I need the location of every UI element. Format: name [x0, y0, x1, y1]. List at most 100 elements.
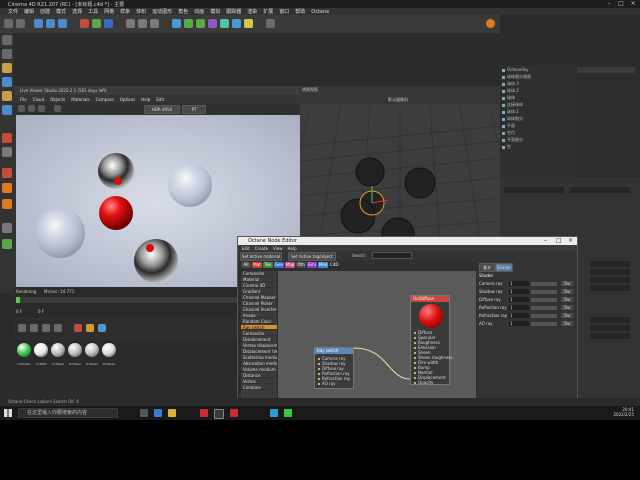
- category-tag-tex[interactable]: Tex: [263, 262, 273, 268]
- menu-item[interactable]: 运动图形: [152, 8, 172, 15]
- live-viewer-menu-item[interactable]: Options: [120, 97, 135, 102]
- category-tag-oth[interactable]: Oth: [296, 262, 306, 268]
- shader-row-slider[interactable]: [531, 290, 557, 294]
- live-viewer-menu-item[interactable]: File: [20, 97, 27, 102]
- render-view-icon[interactable]: [126, 19, 135, 28]
- shader-row-slider[interactable]: [531, 322, 557, 326]
- shader-row-tex-button[interactable]: Tex: [561, 297, 573, 302]
- array-icon[interactable]: [208, 19, 217, 28]
- pen-icon[interactable]: [184, 19, 193, 28]
- folder-icon[interactable]: [168, 409, 176, 417]
- lock-icon[interactable]: [2, 183, 12, 193]
- redo-icon[interactable]: [16, 19, 25, 28]
- keyframe-icon[interactable]: [86, 324, 94, 332]
- model-mode-icon[interactable]: [2, 35, 12, 45]
- perspective-viewport[interactable]: [300, 86, 500, 241]
- live-viewer-menu-item[interactable]: Objects: [50, 97, 65, 102]
- shader-row-slider[interactable]: [531, 314, 557, 318]
- app2-icon[interactable]: [230, 409, 238, 417]
- material-swatch[interactable]: OctSpec: [50, 340, 66, 370]
- menu-item[interactable]: 编辑: [24, 8, 34, 15]
- category-tag-gen[interactable]: Gen: [274, 262, 284, 268]
- node-list-item[interactable]: Cinema 4D: [241, 283, 277, 288]
- menu-item[interactable]: 体积: [136, 8, 146, 15]
- node-list-item[interactable]: Absorption medium: [241, 361, 277, 366]
- material-swatch[interactable]: OctDiff: [33, 340, 49, 370]
- set-active-material-button[interactable]: Set Active material: [240, 252, 282, 261]
- object-row[interactable]: 球体细分: [502, 116, 574, 122]
- axis-mode-icon[interactable]: [2, 105, 12, 115]
- live-viewer-menu-item[interactable]: Edit: [156, 97, 164, 102]
- menu-item[interactable]: 动画: [194, 8, 204, 15]
- shader-row-value[interactable]: 1: [509, 281, 529, 286]
- node-list-item[interactable]: Channel Picker: [241, 301, 277, 306]
- category-tag-med[interactable]: Med: [318, 262, 328, 268]
- app-icon[interactable]: [200, 409, 208, 417]
- node-search-input[interactable]: [372, 252, 412, 259]
- shader-row-value[interactable]: 1: [509, 297, 529, 302]
- kernel-select[interactable]: PT: [182, 105, 206, 114]
- shader-row-value[interactable]: 1: [509, 305, 529, 310]
- node-editor-close[interactable]: ×: [568, 237, 573, 244]
- minimize-button[interactable]: –: [604, 0, 614, 8]
- taskbar-search-input[interactable]: 在这里输入你要搜索的内容: [18, 408, 118, 418]
- solo-icon[interactable]: [2, 168, 12, 178]
- object-row[interactable]: 球体.2: [502, 88, 574, 94]
- pause-icon[interactable]: [28, 105, 35, 112]
- shader-row-slider[interactable]: [531, 306, 557, 310]
- shader-row-tex-button[interactable]: Tex: [561, 281, 573, 286]
- x-axis-icon[interactable]: [80, 19, 89, 28]
- layer-dropdown[interactable]: [577, 67, 635, 73]
- object-row[interactable]: 球体.3: [502, 81, 574, 87]
- windows-start-icon[interactable]: [4, 409, 12, 417]
- node-list-item[interactable]: Channel Mapper: [241, 295, 277, 300]
- material-swatch[interactable]: OctSpec: [84, 340, 100, 370]
- octane-tool-icon[interactable]: [2, 199, 12, 209]
- light-icon[interactable]: [244, 19, 253, 28]
- edge-mode-icon[interactable]: [2, 77, 12, 87]
- scale-icon[interactable]: [46, 19, 55, 28]
- region-icon[interactable]: [54, 105, 61, 112]
- menu-item[interactable]: 选择: [72, 8, 82, 15]
- node-list-item[interactable]: Displacement (Vector): [241, 349, 277, 354]
- subdivision-icon[interactable]: [196, 19, 205, 28]
- rotate-icon[interactable]: [58, 19, 67, 28]
- attr-field[interactable]: [590, 269, 630, 275]
- attr-field[interactable]: [570, 187, 630, 193]
- object-row[interactable]: 球体细分曲面: [502, 74, 574, 80]
- point-mode-icon[interactable]: [2, 63, 12, 73]
- shader-row-tex-button[interactable]: Tex: [561, 321, 573, 326]
- object-row[interactable]: 连接球体: [502, 102, 574, 108]
- object-row[interactable]: 球体.1: [502, 109, 574, 115]
- attr-field[interactable]: [590, 261, 630, 267]
- render-mode-select[interactable]: HDR 4950: [144, 105, 180, 114]
- stop-icon[interactable]: [38, 105, 45, 112]
- deformer-icon[interactable]: [220, 19, 229, 28]
- node-editor-menu-item[interactable]: Edit: [242, 246, 250, 251]
- live-viewer-menu-item[interactable]: Compare: [96, 97, 114, 102]
- node-list-item[interactable]: Vertex displacement: [241, 343, 277, 348]
- prev-frame-icon[interactable]: [30, 324, 38, 332]
- octane-icon[interactable]: [266, 19, 275, 28]
- y-axis-icon[interactable]: [92, 19, 101, 28]
- record-icon[interactable]: [74, 324, 82, 332]
- play-icon[interactable]: [18, 105, 25, 112]
- attr-field[interactable]: [590, 325, 630, 331]
- node-list-item[interactable]: Channel Inverter: [241, 307, 277, 312]
- object-row[interactable]: 球体: [502, 95, 574, 101]
- node-editor-minimize[interactable]: –: [544, 237, 547, 244]
- menu-item[interactable]: 文件: [8, 8, 18, 15]
- category-tag-mat[interactable]: Mat: [252, 262, 262, 268]
- shader-row-tex-button[interactable]: Tex: [561, 305, 573, 310]
- category-tag-c4d[interactable]: C4D: [329, 262, 339, 268]
- shader-row-slider[interactable]: [531, 298, 557, 302]
- menu-item[interactable]: 模式: [56, 8, 66, 15]
- undo-icon[interactable]: [4, 19, 13, 28]
- attr-field[interactable]: [590, 333, 630, 339]
- category-tag-map[interactable]: Map: [285, 262, 295, 268]
- menu-item[interactable]: 创建: [40, 8, 50, 15]
- first-frame-icon[interactable]: [18, 324, 26, 332]
- shader-row-slider[interactable]: [531, 282, 557, 286]
- menu-item[interactable]: 工具: [88, 8, 98, 15]
- object-row[interactable]: 平面: [502, 123, 574, 129]
